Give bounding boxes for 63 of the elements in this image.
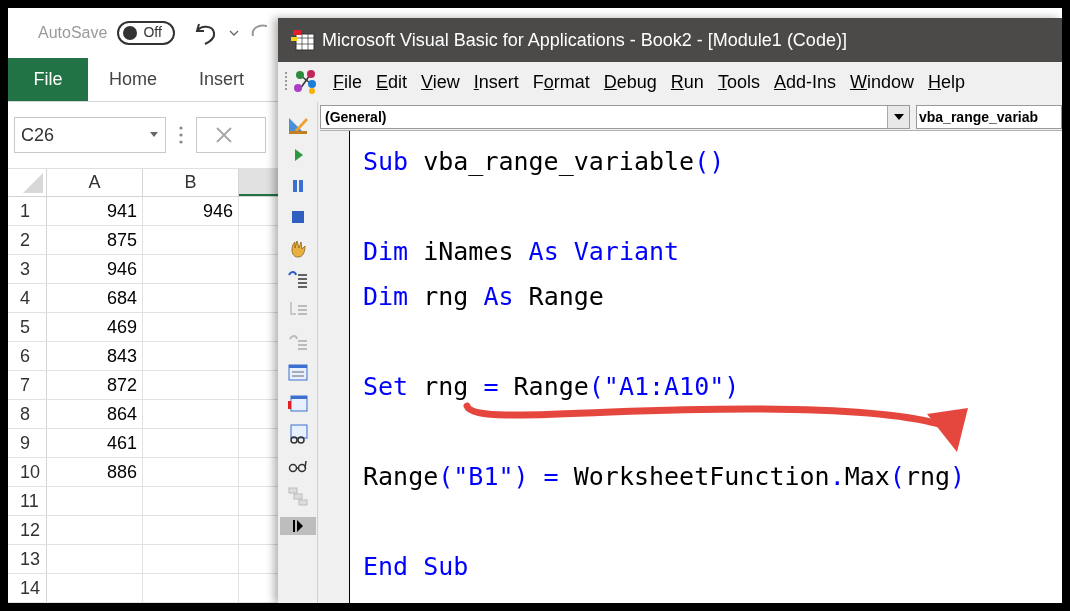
row-header[interactable]: 5 xyxy=(20,313,30,341)
menu-item[interactable]: Run xyxy=(663,68,711,96)
cell-value: 461 xyxy=(106,431,137,455)
cell-value: 843 xyxy=(106,344,137,368)
code-line: Dim iNames As Variant xyxy=(363,236,680,268)
menu-item[interactable]: Edit xyxy=(369,68,415,96)
caret-icon[interactable] xyxy=(229,28,240,37)
row-header[interactable]: 10 xyxy=(20,458,41,486)
cell-value: 684 xyxy=(106,286,137,310)
cell-value: 864 xyxy=(106,402,137,426)
cell-value: 941 xyxy=(106,199,137,223)
row-header[interactable]: 1 xyxy=(20,197,30,225)
cell-value: 946 xyxy=(202,199,233,223)
column-header[interactable] xyxy=(239,169,278,196)
object-dropdown[interactable]: (General) xyxy=(320,105,910,129)
row-header[interactable]: 12 xyxy=(20,516,41,544)
locals-window-icon[interactable] xyxy=(286,362,309,382)
window-title: Microsoft Visual Basic for Applications - Book2 - [Module1 (Code)] xyxy=(322,28,847,52)
cell-value: 886 xyxy=(106,460,137,484)
autosave-toggle[interactable]: Off xyxy=(117,20,176,45)
cell-value: 946 xyxy=(106,257,137,281)
menu-item[interactable]: File xyxy=(326,68,369,96)
menu-item[interactable]: Window xyxy=(842,68,921,96)
row-header[interactable]: 9 xyxy=(20,429,30,457)
code-line: End Sub xyxy=(363,551,469,583)
code-line: Dim rng As Range xyxy=(363,281,604,313)
menu-item[interactable]: Help xyxy=(921,68,973,96)
cell-value: 872 xyxy=(106,373,137,397)
column-header[interactable]: A xyxy=(47,169,143,196)
vba-app-icon xyxy=(290,28,316,52)
menu-item[interactable]: View xyxy=(414,68,467,96)
code-line: Sub vba_range_variable() xyxy=(363,146,725,178)
menu-item[interactable]: Add-Ins xyxy=(766,68,843,96)
row-header[interactable]: 8 xyxy=(20,400,30,428)
row-header[interactable]: 3 xyxy=(20,255,30,283)
ribbon-tab[interactable]: Insert xyxy=(178,57,266,102)
code-line: Set rng = Range("A1:A10") xyxy=(363,371,740,403)
row-header[interactable]: 4 xyxy=(20,284,30,312)
code-line: Range("B1") = WorksheetFunction.Max(rng) xyxy=(363,461,966,493)
immediate-window-icon[interactable] xyxy=(286,393,309,413)
row-header[interactable]: 13 xyxy=(20,545,41,573)
row-header[interactable]: 2 xyxy=(20,226,30,254)
menu-item[interactable]: Debug xyxy=(596,68,664,96)
menu-item[interactable]: Insert xyxy=(466,68,526,96)
ribbon-tab[interactable]: Home xyxy=(88,57,178,102)
cell-value: 875 xyxy=(106,228,137,252)
row-header[interactable]: 7 xyxy=(20,371,30,399)
step-into-icon[interactable] xyxy=(286,269,309,289)
autosave-label: AutoSave xyxy=(38,22,108,43)
grip-icon xyxy=(284,71,288,93)
row-header[interactable]: 14 xyxy=(20,574,41,602)
menu-item[interactable]: Tools xyxy=(710,68,767,96)
ribbon-tab[interactable]: File xyxy=(8,57,88,102)
menu-item[interactable]: Format xyxy=(525,68,597,96)
procedure-dropdown[interactable]: vba_range_variab xyxy=(916,105,1062,129)
row-header[interactable]: 6 xyxy=(20,342,30,370)
close-icon[interactable] xyxy=(215,126,233,145)
name-box[interactable]: C26 xyxy=(14,117,166,154)
more-options-icon[interactable] xyxy=(178,125,184,146)
toolbar-overflow-icon[interactable] xyxy=(291,519,304,533)
row-header[interactable]: 11 xyxy=(20,487,39,515)
dropdown-caret-icon[interactable] xyxy=(893,114,904,120)
cell-value: 469 xyxy=(106,315,137,339)
